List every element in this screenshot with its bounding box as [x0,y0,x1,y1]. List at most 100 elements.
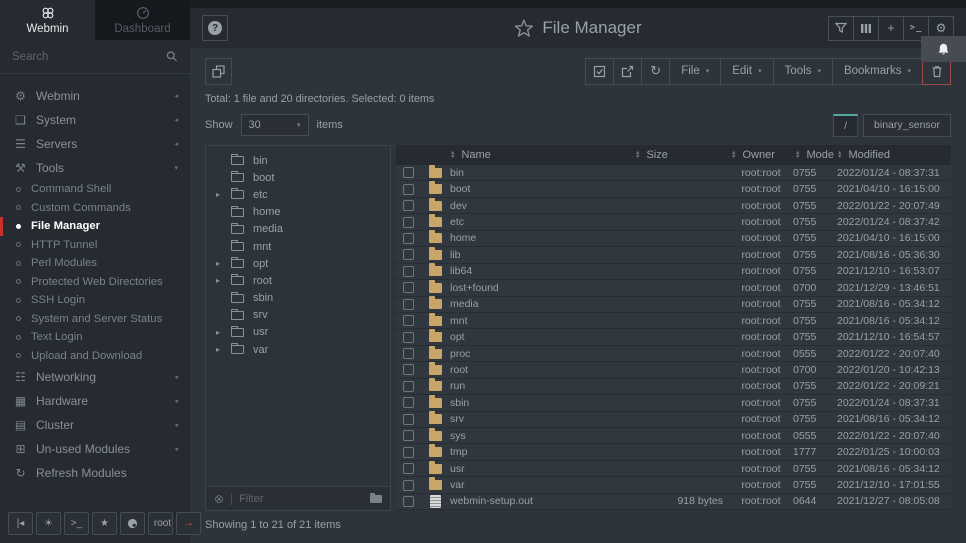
table-row[interactable]: lost+found root:root 0700 2021/12/29 - 1… [396,280,951,296]
table-row[interactable]: media root:root 0755 2021/08/16 - 05:34:… [396,297,951,313]
row-checkbox[interactable] [403,381,414,392]
file-name[interactable]: root [450,364,633,376]
file-name[interactable]: opt [450,331,633,343]
tree-item[interactable]: ▸ var [206,341,390,358]
tree-item[interactable]: ▸ mnt [206,238,390,255]
sidebar-item[interactable]: Custom Commands [0,199,190,218]
menu-button[interactable]: Edit ▾ [720,58,773,85]
tree-item[interactable]: ▸ media [206,221,390,238]
sidebar-item[interactable]: Perl Modules [0,254,190,273]
sidebar-item[interactable]: Upload and Download [0,347,190,366]
tree-item[interactable]: ▸ bin [206,152,390,169]
tree-item[interactable]: ▸ root [206,272,390,289]
columns-button[interactable] [853,16,879,41]
file-name[interactable]: dev [450,200,633,212]
user-button[interactable]: root [148,512,173,535]
row-checkbox[interactable] [403,463,414,474]
file-name[interactable]: proc [450,348,633,360]
path-tab[interactable]: binary_sensor [863,114,951,137]
tree-item[interactable]: ▸ boot [206,169,390,186]
help-button[interactable]: ? [202,15,228,41]
table-row[interactable]: var root:root 0755 2021/12/10 - 17:01:55 [396,477,951,493]
file-name[interactable]: etc [450,216,633,228]
row-checkbox[interactable] [403,233,414,244]
tree-item[interactable]: ▸ opt [206,255,390,272]
row-checkbox[interactable] [403,430,414,441]
tree-item[interactable]: ▸ srv [206,307,390,324]
share-button[interactable] [613,58,642,85]
table-row[interactable]: srv root:root 0755 2021/08/16 - 05:34:12 [396,412,951,428]
row-checkbox[interactable] [403,167,414,178]
table-row[interactable]: sys root:root 0555 2022/01/22 - 20:07:40 [396,428,951,444]
tree-item[interactable]: ▸ etc [206,186,390,203]
column-header-size[interactable]: ▲▼ Size [633,149,729,161]
sidebar-item[interactable]: ▤ Cluster ◂ [0,413,190,437]
sidebar-item[interactable]: ⚒ Tools ▾ [0,156,190,180]
sort-icon[interactable]: ▲▼ [731,151,736,160]
file-name[interactable]: var [450,479,633,491]
row-checkbox[interactable] [403,200,414,211]
table-row[interactable]: bin root:root 0755 2022/01/24 - 08:37:31 [396,165,951,181]
sidebar-item[interactable]: SSH Login [0,291,190,310]
table-row[interactable]: opt root:root 0755 2021/12/10 - 16:54:57 [396,329,951,345]
table-row[interactable]: webmin-setup.out 918 bytes root:root 064… [396,494,951,510]
menu-button[interactable]: Tools ▾ [773,58,833,85]
sidebar-item[interactable]: ⊞ Un-used Modules ◂ [0,437,190,461]
file-name[interactable]: run [450,380,633,392]
row-checkbox[interactable] [403,249,414,260]
sort-icon[interactable]: ▲▼ [450,151,455,160]
theme-button[interactable]: ☀ [36,512,61,535]
file-name[interactable]: srv [450,413,633,425]
row-checkbox[interactable] [403,184,414,195]
collapse-sidebar-button[interactable]: |◂ [8,512,33,535]
clear-filter-icon[interactable]: ⊗ [214,492,224,506]
sort-icon[interactable]: ▲▼ [837,151,842,160]
file-name[interactable]: lib64 [450,265,633,277]
table-row[interactable]: home root:root 0755 2021/04/10 - 16:15:0… [396,231,951,247]
sidebar-item[interactable]: HTTP Tunnel [0,236,190,255]
row-checkbox[interactable] [403,348,414,359]
row-checkbox[interactable] [403,332,414,343]
row-checkbox[interactable] [403,397,414,408]
row-checkbox[interactable] [403,447,414,458]
table-row[interactable]: lib64 root:root 0755 2021/12/10 - 16:53:… [396,264,951,280]
table-row[interactable]: root root:root 0700 2022/01/20 - 10:42:1… [396,362,951,378]
favorites-button[interactable]: ★ [92,512,117,535]
column-header-mode[interactable]: ▲▼ Mode [793,149,837,161]
tree-item[interactable]: ▸ usr [206,324,390,341]
sort-icon[interactable]: ▲▼ [795,151,800,160]
file-name[interactable]: usr [450,463,633,475]
sort-icon[interactable]: ▲▼ [635,151,640,160]
row-checkbox[interactable] [403,315,414,326]
file-name[interactable]: lost+found [450,282,633,294]
file-name[interactable]: media [450,298,633,310]
file-name[interactable]: mnt [450,315,633,327]
row-checkbox[interactable] [403,217,414,228]
row-checkbox[interactable] [403,364,414,375]
sidebar-item[interactable]: ☷ Networking ◂ [0,365,190,389]
file-name[interactable]: webmin-setup.out [450,495,633,507]
menu-button[interactable]: File ▾ [669,58,721,85]
column-header-modified[interactable]: ▲▼ Modified [837,149,951,161]
palette-button[interactable] [120,512,145,535]
path-tab[interactable]: / [833,114,858,137]
sidebar-item[interactable]: System and Server Status [0,310,190,329]
row-checkbox[interactable] [403,414,414,425]
expander-icon[interactable]: ▸ [216,276,231,285]
table-row[interactable]: sbin root:root 0755 2022/01/24 - 08:37:3… [396,395,951,411]
logout-button[interactable]: → [176,512,201,535]
notifications-tab[interactable] [921,36,966,62]
sidebar-item[interactable]: ❏ System ◂ [0,108,190,132]
file-name[interactable]: sys [450,430,633,442]
tab-webmin[interactable]: Webmin [0,0,95,40]
column-header-name[interactable]: ▲▼ Name [450,149,633,161]
table-row[interactable]: proc root:root 0555 2022/01/22 - 20:07:4… [396,346,951,362]
sidebar-item[interactable]: ☰ Servers ◂ [0,132,190,156]
filter-button[interactable] [828,16,854,41]
table-row[interactable]: dev root:root 0755 2022/01/22 - 20:07:49 [396,198,951,214]
copy-path-button[interactable] [205,58,232,85]
tab-dashboard[interactable]: Dashboard [95,0,190,40]
table-row[interactable]: usr root:root 0755 2021/08/16 - 05:34:12 [396,461,951,477]
row-checkbox[interactable] [403,480,414,491]
menu-button[interactable]: Bookmarks ▾ [832,58,923,85]
